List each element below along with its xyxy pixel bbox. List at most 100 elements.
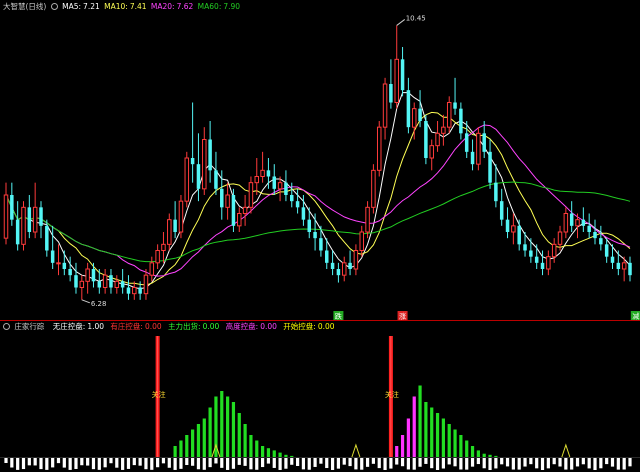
candle-body[interactable] [50, 250, 55, 263]
candle-body[interactable] [523, 244, 527, 251]
candle-body[interactable] [56, 262, 61, 265]
candle-body[interactable] [39, 207, 43, 226]
candle-body[interactable] [307, 219, 312, 232]
candle-body[interactable] [319, 238, 323, 251]
candle-body[interactable] [301, 207, 306, 220]
candle-body[interactable] [27, 207, 32, 232]
candle-body[interactable] [371, 169, 376, 208]
candle-body[interactable] [242, 206, 248, 214]
candle-body[interactable] [295, 201, 300, 208]
candle-body[interactable] [348, 262, 352, 269]
candle-body[interactable] [376, 126, 382, 171]
candle-body[interactable] [394, 58, 399, 103]
candle-body[interactable] [120, 281, 125, 288]
candle-body[interactable] [132, 287, 137, 295]
candle-body[interactable] [231, 195, 236, 226]
candle-body[interactable] [341, 262, 347, 276]
candle-body[interactable] [15, 219, 20, 245]
candle-body[interactable] [382, 83, 388, 128]
candle-body[interactable] [260, 169, 265, 177]
candle-body[interactable] [476, 132, 481, 165]
candle-body[interactable] [214, 170, 218, 189]
candle-body[interactable] [155, 250, 160, 264]
candle-body[interactable] [494, 182, 498, 202]
candle-body[interactable] [464, 133, 469, 152]
candle-body[interactable] [616, 262, 621, 269]
candle-body[interactable] [365, 206, 370, 233]
candle-body[interactable] [126, 287, 131, 294]
candle-body[interactable] [459, 108, 463, 134]
candle-body[interactable] [441, 126, 446, 134]
settings-icon[interactable] [3, 323, 10, 330]
candle-body[interactable] [220, 188, 224, 208]
candle-body[interactable] [470, 151, 475, 165]
candle-body[interactable] [621, 262, 627, 270]
candle-body[interactable] [102, 274, 108, 288]
candle-body[interactable] [266, 170, 271, 177]
candle-body[interactable] [138, 287, 142, 294]
candle-body[interactable] [587, 225, 591, 232]
candle-body[interactable] [581, 219, 586, 226]
settings-icon[interactable] [50, 3, 58, 10]
candle-body[interactable] [62, 262, 67, 269]
candle-body[interactable] [277, 182, 283, 190]
candle-body[interactable] [21, 206, 26, 245]
candle-body[interactable] [74, 275, 78, 288]
candle-body[interactable] [540, 262, 545, 269]
candle-body[interactable] [208, 139, 212, 171]
candle-body[interactable] [517, 225, 521, 245]
candle-body[interactable] [575, 219, 580, 227]
candle-body[interactable] [248, 182, 254, 208]
candle-body[interactable] [499, 201, 504, 220]
candle-body[interactable] [610, 256, 615, 263]
candle-body[interactable] [143, 274, 149, 295]
candle-body[interactable] [254, 176, 260, 184]
candle-body[interactable] [161, 243, 166, 251]
candle-body[interactable] [45, 225, 49, 251]
candle-body[interactable] [190, 158, 195, 165]
candle-body[interactable] [32, 206, 38, 233]
candle-body[interactable] [196, 164, 201, 189]
candle-body[interactable] [184, 157, 190, 202]
candle-body[interactable] [330, 262, 335, 269]
candle-body[interactable] [511, 225, 516, 233]
candle-body[interactable] [593, 232, 597, 239]
candle-body[interactable] [505, 219, 510, 232]
candle-body[interactable] [534, 256, 539, 263]
candle-body[interactable] [628, 262, 632, 276]
candle-body[interactable] [85, 268, 90, 282]
candle-body[interactable] [173, 219, 177, 232]
candle-body[interactable] [225, 194, 230, 208]
candle-body[interactable] [406, 90, 411, 128]
candle-body[interactable] [178, 200, 184, 233]
candle-body[interactable] [569, 213, 574, 226]
candle-body[interactable] [167, 219, 172, 245]
candle-body[interactable] [284, 182, 288, 195]
candle-body[interactable] [336, 269, 341, 276]
candle-body[interactable] [149, 262, 155, 276]
candle-body[interactable] [599, 238, 603, 245]
candle-body[interactable] [91, 269, 96, 282]
candle-body[interactable] [604, 244, 609, 257]
candle-body[interactable] [114, 280, 120, 289]
candle-body[interactable] [389, 84, 393, 103]
candle-body[interactable] [359, 231, 364, 251]
candle-body[interactable] [453, 102, 457, 109]
candle-body[interactable] [488, 151, 492, 183]
candle-body[interactable] [482, 133, 486, 152]
candle-body[interactable] [97, 281, 102, 288]
stock-chart[interactable]: 10.456.28跌涨减财 关注关注关注 [0, 0, 640, 472]
candle-body[interactable] [10, 195, 14, 220]
candle-body[interactable] [79, 280, 85, 289]
candle-body[interactable] [109, 275, 113, 288]
candle-body[interactable] [529, 250, 533, 257]
candle-body[interactable] [324, 250, 329, 263]
candle-body[interactable] [446, 102, 452, 128]
candle-body[interactable] [418, 108, 422, 121]
candle-body[interactable] [313, 232, 317, 239]
candle-body[interactable] [290, 195, 294, 202]
candle-body[interactable] [435, 132, 440, 147]
candle-body[interactable] [563, 213, 569, 233]
candle-body[interactable] [400, 59, 405, 91]
candle-body[interactable] [557, 231, 563, 245]
